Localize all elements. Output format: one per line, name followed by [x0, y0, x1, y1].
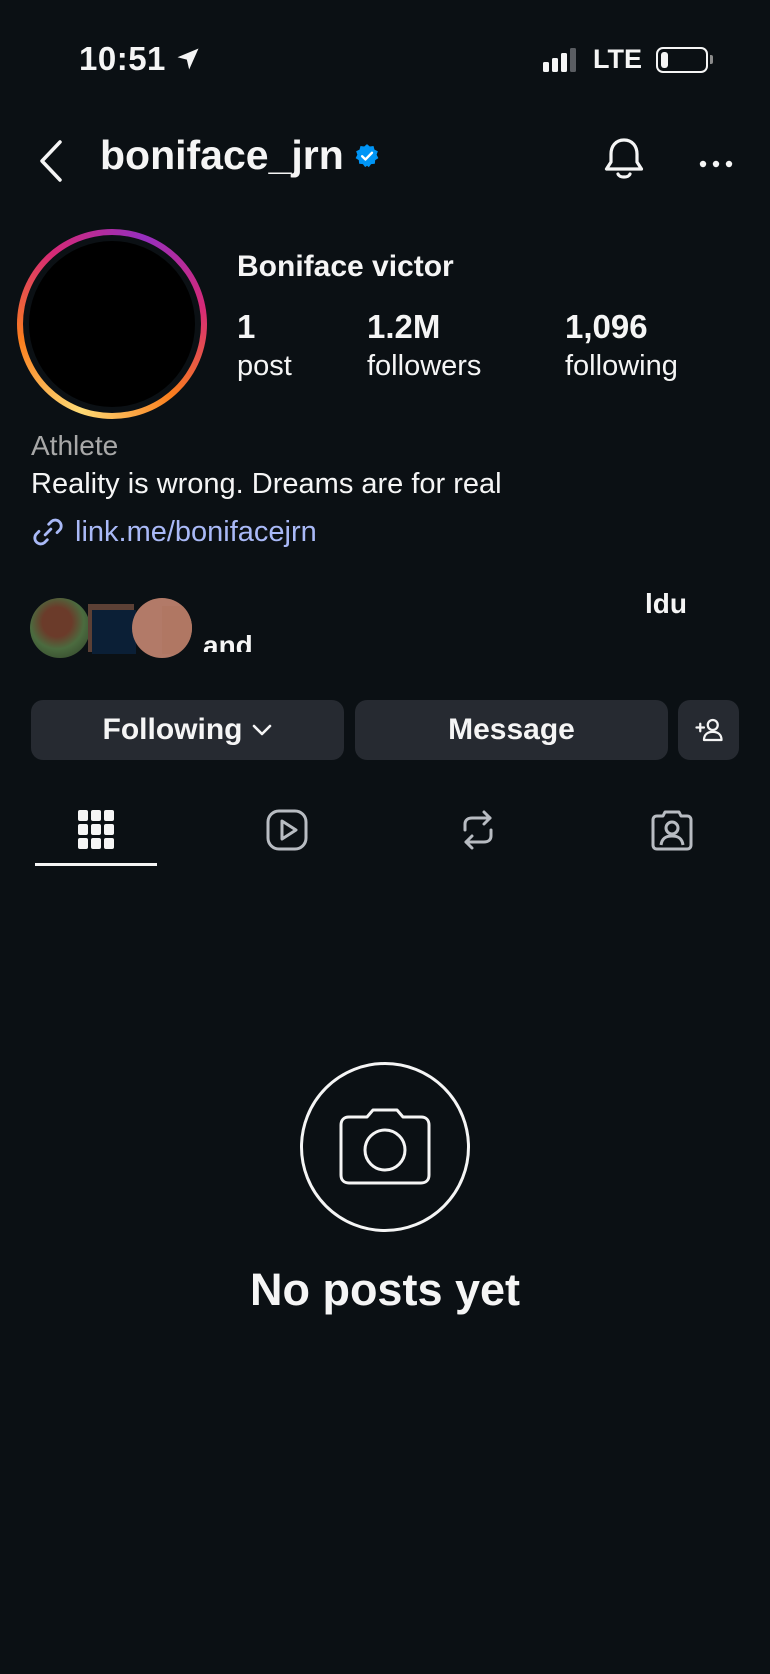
- redaction-block: [92, 610, 136, 654]
- followers-label: followers: [367, 350, 482, 382]
- follower-avatar: [30, 598, 90, 658]
- network-type: LTE: [593, 44, 642, 74]
- follower-avatar: [132, 598, 192, 658]
- username-text: boniface_jrn: [100, 132, 344, 178]
- message-button[interactable]: Message: [355, 700, 668, 760]
- battery-icon: [656, 46, 713, 73]
- following-button[interactable]: Following: [31, 700, 344, 760]
- following-value: 1,096: [565, 308, 648, 345]
- tab-tagged[interactable]: [642, 800, 702, 860]
- followed-by-text[interactable]: ▀ ▀ ▀ ▀ ▀ ▀ ldu and: [203, 588, 723, 660]
- followers-count[interactable]: 1.2M followers: [367, 307, 481, 385]
- followed-by-avatars[interactable]: [30, 596, 192, 660]
- followed-by-fragment-2: and: [203, 630, 253, 652]
- following-button-label: Following: [102, 713, 243, 746]
- camera-icon: [339, 1108, 431, 1185]
- empty-state-camera: [300, 1062, 470, 1232]
- back-chevron-icon: [40, 140, 62, 182]
- add-user-icon: [694, 718, 723, 742]
- empty-state-title: No posts yet: [249, 1264, 521, 1315]
- following-label: following: [565, 350, 678, 382]
- followers-value: 1.2M: [367, 308, 441, 345]
- reels-icon: [266, 809, 308, 851]
- suggest-user-button[interactable]: [678, 700, 739, 760]
- avatar-image: [29, 241, 195, 407]
- profile-username: boniface_jrn: [100, 132, 380, 179]
- signal-icon: [543, 47, 576, 72]
- back-button[interactable]: [36, 138, 66, 189]
- profile-link[interactable]: link.me/bonifacejrn: [31, 515, 317, 549]
- message-button-label: Message: [448, 713, 575, 746]
- followed-by-fragment: ldu: [645, 588, 687, 619]
- display-name: Boniface victor: [237, 250, 454, 283]
- more-icon: [699, 160, 733, 168]
- profile-avatar[interactable]: [17, 229, 207, 419]
- posts-value: 1: [237, 308, 256, 345]
- tab-reposts[interactable]: [448, 800, 508, 860]
- notifications-button[interactable]: [602, 136, 646, 187]
- posts-label: post: [237, 350, 292, 382]
- status-time: 10:51: [79, 40, 202, 78]
- time-text: 10:51: [79, 40, 166, 77]
- grid-icon: [78, 810, 114, 849]
- active-tab-indicator: [35, 863, 157, 866]
- posts-count[interactable]: 1 post: [237, 307, 292, 385]
- chevron-down-icon: [253, 724, 272, 736]
- tab-reels[interactable]: [257, 800, 317, 860]
- link-icon: [33, 518, 63, 546]
- status-indicators: LTE: [543, 44, 713, 75]
- repost-icon: [463, 810, 493, 850]
- tagged-user-icon: [651, 810, 693, 851]
- link-text: link.me/bonifacejrn: [75, 515, 317, 548]
- location-arrow-icon: [177, 48, 199, 70]
- bell-icon: [604, 138, 644, 179]
- obscured-text: ▀ ▀ ▀ ▀ ▀ ▀: [203, 588, 394, 598]
- following-count[interactable]: 1,096 following: [565, 307, 678, 385]
- more-options-button[interactable]: [699, 155, 733, 173]
- verified-badge-icon: [355, 143, 379, 167]
- tab-grid[interactable]: [66, 800, 126, 860]
- profile-bio: Reality is wrong. Dreams are for real: [31, 468, 502, 500]
- profile-category: Athlete: [31, 430, 119, 461]
